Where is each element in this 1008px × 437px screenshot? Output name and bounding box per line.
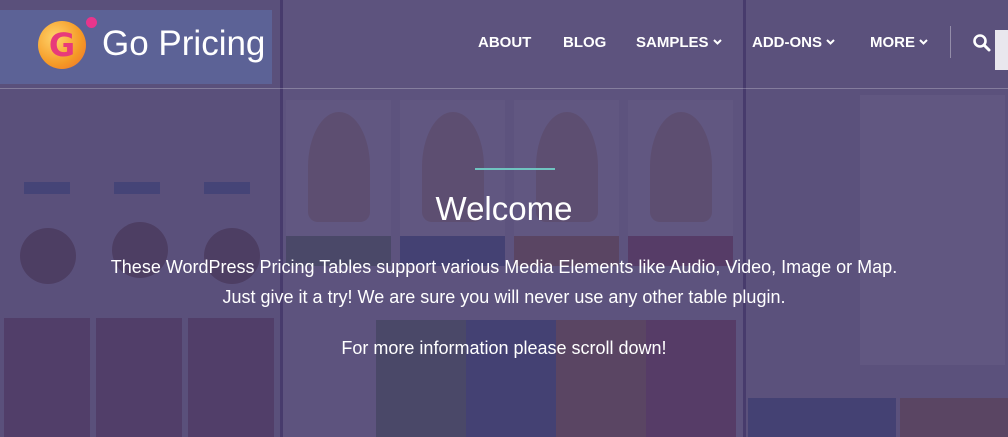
nav-item-samples[interactable]: SAMPLES (636, 33, 722, 53)
chevron-down-icon (826, 33, 835, 53)
hero-description: These WordPress Pricing Tables support v… (0, 252, 1008, 312)
accent-divider (475, 168, 555, 170)
nav-item-more[interactable]: MORE (870, 33, 928, 53)
nav-item-blog[interactable]: BLOG (563, 33, 606, 53)
search-icon[interactable] (972, 33, 994, 55)
site-header: G Go Pricing ABOUT BLOG SAMPLES ADD-ONS … (0, 0, 1008, 88)
scroll-hint: For more information please scroll down! (341, 338, 667, 358)
nav-item-about[interactable]: ABOUT (478, 33, 531, 53)
nav-item-label: MORE (870, 34, 915, 51)
nav-item-label: ADD-ONS (752, 34, 822, 51)
chevron-down-icon (712, 33, 722, 53)
hero-title: Welcome (435, 190, 573, 227)
logo-dot (86, 17, 97, 28)
go-pricing-logo[interactable]: G (38, 21, 86, 69)
header-divider (0, 88, 1008, 89)
nav-item-label: SAMPLES (636, 34, 709, 51)
hero-description-line: These WordPress Pricing Tables support v… (110, 257, 898, 277)
chevron-down-icon (919, 33, 928, 53)
nav-item-label: ABOUT (478, 34, 532, 51)
nav-separator (950, 26, 951, 58)
edge-panel (995, 30, 1008, 70)
nav-item-label: BLOG (563, 34, 607, 51)
hero-description-line: Just give it a try! We are sure you will… (222, 287, 786, 307)
brand-name[interactable]: Go Pricing (102, 24, 265, 64)
nav-item-add-ons[interactable]: ADD-ONS (752, 33, 835, 53)
